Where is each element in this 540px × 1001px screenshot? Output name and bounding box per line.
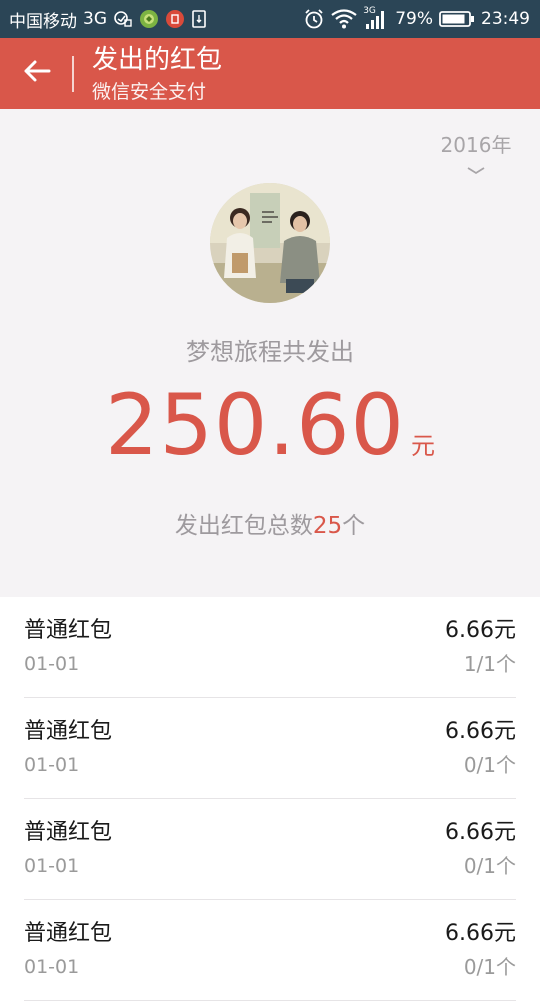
- packet-claimed: 0/1个: [463, 753, 516, 777]
- network-type-label: 3G: [83, 9, 107, 29]
- packet-claimed: 1/1个: [463, 652, 516, 676]
- app-notification-icon: [139, 9, 159, 29]
- year-selector[interactable]: 2016年: [436, 131, 516, 180]
- page-subtitle: 微信安全支付: [92, 81, 207, 103]
- carrier-label: 中国移动: [9, 11, 77, 32]
- avatar: [210, 183, 330, 303]
- battery-icon: [439, 10, 475, 28]
- packet-type: 普通红包: [24, 921, 113, 946]
- packet-count-suffix: 个: [342, 513, 366, 539]
- sender-summary: 梦想旅程共发出: [186, 338, 354, 366]
- packet-amount: 6.66元: [445, 618, 516, 643]
- record-notification-icon: [165, 9, 185, 29]
- signal-icon: 3G: [363, 6, 389, 30]
- back-button[interactable]: [14, 50, 60, 96]
- packet-list: 普通红包 01-01 6.66元 1/1个 普通红包 01-01 6.66元 0…: [0, 597, 540, 1001]
- packet-amount: 6.66元: [445, 921, 516, 946]
- packet-claimed: 0/1个: [463, 955, 516, 979]
- packet-type: 普通红包: [24, 820, 113, 845]
- wifi-icon: [331, 9, 357, 29]
- page-title: 发出的红包: [92, 45, 223, 75]
- total-amount-value: 250.60: [105, 376, 405, 474]
- signal-network-label: 3G: [363, 6, 376, 16]
- chevron-down-icon: [464, 161, 488, 180]
- packet-amount: 6.66元: [445, 820, 516, 845]
- list-item[interactable]: 普通红包 01-01 6.66元 0/1个: [24, 698, 516, 799]
- packet-type: 普通红包: [24, 719, 113, 744]
- total-amount: 250.60 元: [0, 369, 540, 481]
- packet-date: 01-01: [24, 855, 80, 877]
- status-bar-left: 中国移动 3G: [9, 0, 207, 38]
- app-bar-divider: [72, 56, 74, 92]
- list-item[interactable]: 普通红包 01-01 6.66元 0/1个: [24, 900, 516, 1001]
- list-item[interactable]: 普通红包 01-01 6.66元 0/1个: [24, 799, 516, 900]
- packet-amount: 6.66元: [445, 719, 516, 744]
- packet-count: 发出红包总数25个: [0, 509, 540, 543]
- list-item[interactable]: 普通红包 01-01 6.66元 1/1个: [24, 597, 516, 698]
- packet-count-value: 25: [312, 513, 343, 539]
- packet-count-prefix: 发出红包总数: [174, 513, 313, 539]
- clock: 23:49: [481, 9, 530, 29]
- status-bar: 中国移动 3G 3G 79% 23:49: [0, 0, 540, 38]
- sim-card-icon: [191, 9, 207, 29]
- app-bar: 发出的红包 微信安全支付: [0, 38, 540, 109]
- total-amount-unit: 元: [410, 432, 435, 460]
- packet-date: 01-01: [24, 956, 80, 978]
- packet-claimed: 0/1个: [463, 854, 516, 878]
- packet-date: 01-01: [24, 653, 80, 675]
- status-bar-right: 3G 79% 23:49: [303, 0, 530, 38]
- year-label: 2016年: [440, 133, 512, 157]
- battery-percent: 79%: [395, 9, 433, 29]
- alarm-icon: [303, 8, 325, 30]
- summary-panel: 2016年 梦想旅程共发出 250.60 元 发出红包总数25个: [0, 109, 540, 597]
- sim-status-icon: [113, 10, 133, 28]
- packet-type: 普通红包: [24, 618, 113, 643]
- arrow-left-icon: [23, 59, 51, 87]
- packet-date: 01-01: [24, 754, 80, 776]
